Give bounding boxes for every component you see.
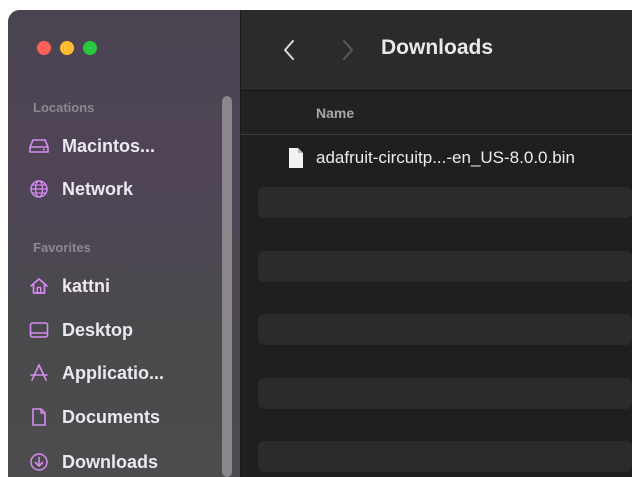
list-item xyxy=(258,441,632,472)
window-title: Downloads xyxy=(381,36,494,59)
sidebar-item-applications[interactable]: Applicatio... xyxy=(28,358,164,388)
favorites-section-label: Favorites xyxy=(33,240,91,255)
download-icon xyxy=(28,451,50,473)
file-icon xyxy=(285,146,307,170)
list-item xyxy=(258,378,632,409)
sidebar-item-desktop[interactable]: Desktop xyxy=(28,315,133,345)
globe-icon xyxy=(28,178,50,200)
list-item xyxy=(258,314,632,345)
maximize-button[interactable] xyxy=(83,41,97,55)
table-row[interactable]: adafruit-circuitp...-en_US-8.0.0.bin xyxy=(258,142,632,173)
locations-section-label: Locations xyxy=(33,100,95,115)
sidebar-item-label: Macintos... xyxy=(62,135,156,156)
sidebar-item-label: Network xyxy=(62,178,134,199)
sidebar-item-label: Documents xyxy=(62,406,161,427)
sidebar-item-kattni[interactable]: kattni xyxy=(28,271,110,301)
sidebar-item-label: kattni xyxy=(62,275,111,296)
file-list: Name adafruit-circuitp...-en_US-8.0.0.bi… xyxy=(241,91,632,477)
column-header: Name xyxy=(241,91,632,135)
chevron-left-icon xyxy=(284,40,294,60)
sidebar-item-label: Desktop xyxy=(62,319,134,340)
sidebar: Locations Macintos... Network Favorites … xyxy=(8,10,241,477)
home-icon xyxy=(28,275,50,297)
sidebar-item-documents[interactable]: Documents xyxy=(28,402,160,432)
back-button[interactable] xyxy=(279,36,299,64)
file-name: adafruit-circuitp...-en_US-8.0.0.bin xyxy=(316,147,575,167)
desktop-icon xyxy=(28,319,50,341)
sidebar-item-network[interactable]: Network xyxy=(28,174,133,204)
applications-icon xyxy=(28,362,50,384)
finder-window: Locations Macintos... Network Favorites … xyxy=(8,10,632,477)
sidebar-item-label: Applicatio... xyxy=(62,362,165,383)
toolbar: Downloads xyxy=(241,10,632,91)
list-item xyxy=(258,251,632,282)
sidebar-item-macintosh-hd[interactable]: Macintos... xyxy=(28,131,155,161)
list-item xyxy=(258,187,632,218)
close-button[interactable] xyxy=(37,41,51,55)
sidebar-scrollbar[interactable] xyxy=(222,96,232,477)
minimize-button[interactable] xyxy=(60,41,74,55)
document-icon xyxy=(28,406,50,428)
sidebar-item-label: Downloads xyxy=(62,451,159,472)
window-controls xyxy=(37,41,97,55)
chevron-right-icon xyxy=(343,40,353,60)
forward-button[interactable] xyxy=(338,36,358,64)
column-name-header[interactable]: Name xyxy=(316,105,354,121)
sidebar-item-downloads[interactable]: Downloads xyxy=(28,447,158,477)
disk-icon xyxy=(28,135,50,157)
